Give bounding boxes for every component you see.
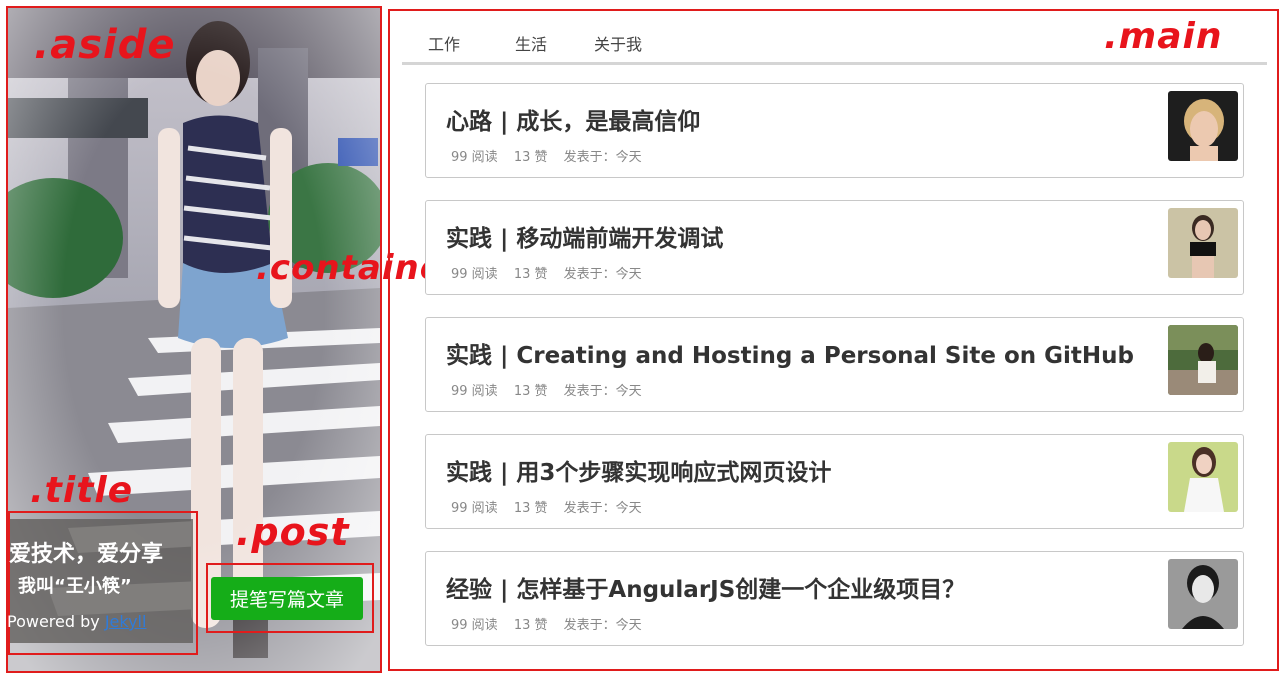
post-thumbnail[interactable] [1168, 559, 1238, 629]
like-count: 13 赞 [513, 501, 548, 516]
post-thumbnail[interactable] [1168, 208, 1238, 278]
site-tagline: 爱技术，爱分享 [9, 542, 164, 567]
read-count: 99 阅读 [451, 501, 498, 516]
like-count: 13 赞 [513, 150, 548, 165]
read-count: 99 阅读 [451, 384, 498, 399]
post-title[interactable]: 实践 | Creating and Hosting a Personal Sit… [446, 336, 1134, 370]
site-author: 我叫“王小筷” [18, 576, 132, 597]
like-count: 13 赞 [513, 618, 548, 633]
post-date: 发表于：今天 [563, 150, 642, 165]
read-count: 99 阅读 [451, 150, 498, 165]
post-date: 发表于：今天 [563, 267, 642, 282]
like-count: 13 赞 [513, 384, 548, 399]
post-title[interactable]: 经验 | 怎样基于AngularJS创建一个企业级项目？ [446, 570, 965, 604]
nav-item-work[interactable]: 工作 [428, 31, 460, 55]
powered-by-label: Powered by [7, 612, 100, 631]
write-post-button[interactable]: 提笔写篇文章 [211, 577, 363, 620]
post-date: 发表于：今天 [563, 501, 642, 516]
nav-item-about[interactable]: 关于我 [594, 31, 642, 55]
post-card[interactable]: 实践 | 用3个步骤实现响应式网页设计 99 阅读 13 赞 发表于：今天 [425, 434, 1244, 529]
post-date: 发表于：今天 [563, 384, 642, 399]
post-title[interactable]: 实践 | 移动端前端开发调试 [446, 219, 723, 253]
jekyll-link[interactable]: Jekyll [105, 612, 147, 631]
post-meta: 99 阅读 13 赞 发表于：今天 [451, 380, 654, 399]
post-title[interactable]: 实践 | 用3个步骤实现响应式网页设计 [446, 453, 831, 487]
post-meta: 99 阅读 13 赞 发表于：今天 [451, 146, 654, 165]
aside-annotation: .aside [34, 22, 176, 68]
nav-item-life[interactable]: 生活 [515, 31, 547, 55]
read-count: 99 阅读 [451, 618, 498, 633]
post-thumbnail[interactable] [1168, 91, 1238, 161]
post-card[interactable]: 实践 | 移动端前端开发调试 99 阅读 13 赞 发表于：今天 [425, 200, 1244, 295]
post-thumbnail[interactable] [1168, 325, 1238, 395]
post-date: 发表于：今天 [563, 618, 642, 633]
post-card[interactable]: 实践 | Creating and Hosting a Personal Sit… [425, 317, 1244, 412]
post-title[interactable]: 心路 | 成长，是最高信仰 [446, 102, 700, 136]
post-annotation: .post [236, 510, 350, 554]
post-card[interactable]: 经验 | 怎样基于AngularJS创建一个企业级项目？ 99 阅读 13 赞 … [425, 551, 1244, 646]
powered-by: Powered by Jekyll [7, 612, 146, 631]
post-thumbnail[interactable] [1168, 442, 1238, 512]
post-meta: 99 阅读 13 赞 发表于：今天 [451, 614, 654, 633]
like-count: 13 赞 [513, 267, 548, 282]
post-meta: 99 阅读 13 赞 发表于：今天 [451, 263, 654, 282]
post-meta: 99 阅读 13 赞 发表于：今天 [451, 497, 654, 516]
post-card[interactable]: 心路 | 成长，是最高信仰 99 阅读 13 赞 发表于：今天 [425, 83, 1244, 178]
title-annotation: .title [30, 470, 134, 511]
top-nav: 工作 生活 关于我 [402, 28, 1267, 65]
read-count: 99 阅读 [451, 267, 498, 282]
